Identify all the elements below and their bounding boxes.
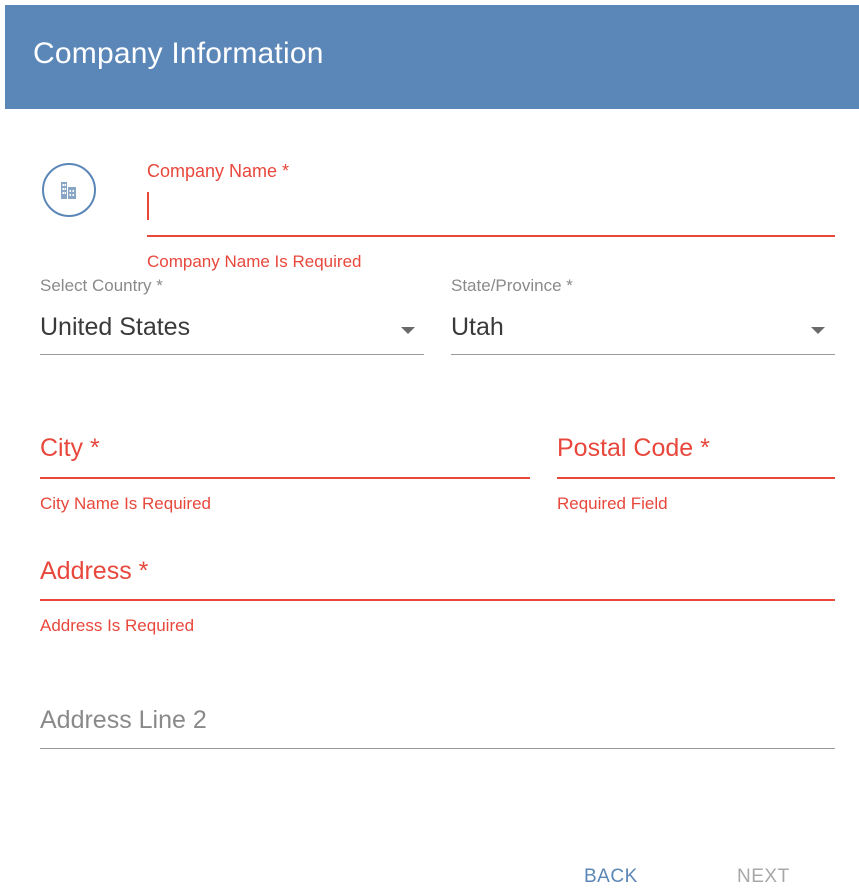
country-select[interactable]: United States — [40, 305, 424, 351]
dialog-header: Company Information — [5, 5, 859, 109]
chevron-down-icon — [401, 327, 415, 334]
company-name-input[interactable] — [147, 188, 835, 228]
country-value: United States — [40, 313, 191, 341]
state-underline — [451, 354, 835, 355]
address-input[interactable]: Address * — [40, 547, 835, 597]
city-error: City Name Is Required — [40, 494, 212, 513]
back-button[interactable]: BACK — [584, 866, 638, 888]
text-cursor — [147, 192, 149, 220]
postal-code-input[interactable]: Postal Code * — [557, 424, 835, 474]
city-underline — [40, 477, 530, 479]
postal-code-label: Postal Code * — [557, 434, 710, 462]
company-name-label: Company Name * — [147, 161, 290, 181]
page-title: Company Information — [33, 37, 324, 70]
address-line-2-input[interactable]: Address Line 2 — [40, 696, 835, 746]
state-value: Utah — [451, 313, 504, 341]
country-label: Select Country * — [40, 276, 163, 295]
address-label: Address * — [40, 557, 149, 585]
city-input[interactable]: City * — [40, 424, 530, 474]
address-error: Address Is Required — [40, 616, 195, 635]
chevron-down-icon — [811, 327, 825, 334]
address-line-2-placeholder: Address Line 2 — [40, 706, 207, 734]
building-icon — [42, 163, 96, 217]
company-name-underline — [147, 235, 835, 237]
country-underline — [40, 354, 424, 355]
address-line-2-underline — [40, 748, 835, 749]
postal-code-error: Required Field — [557, 494, 668, 513]
postal-code-underline — [557, 477, 835, 479]
company-name-error: Company Name Is Required — [147, 252, 362, 271]
city-label: City * — [40, 434, 100, 462]
state-select[interactable]: Utah — [451, 305, 835, 351]
state-label: State/Province * — [451, 276, 573, 295]
next-button[interactable]: NEXT — [737, 866, 790, 888]
address-underline — [40, 599, 835, 601]
